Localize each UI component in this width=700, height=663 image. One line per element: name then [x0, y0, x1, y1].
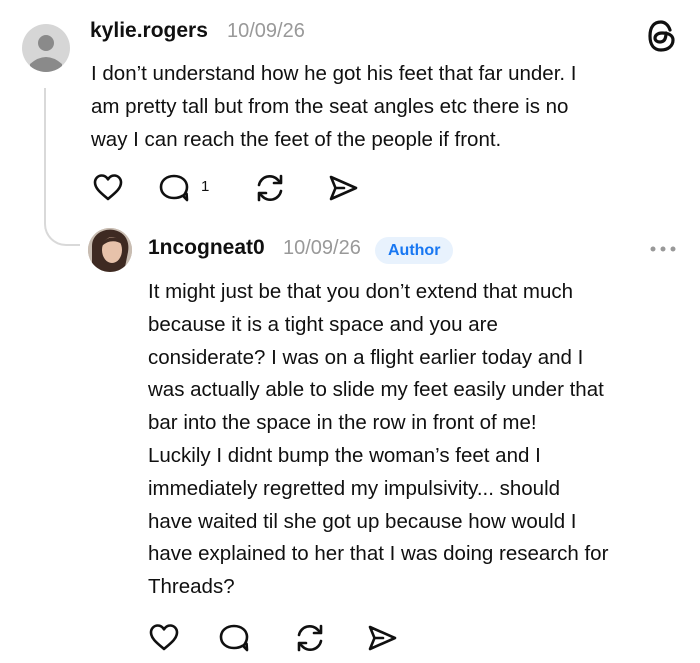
profile-photo: [88, 228, 132, 272]
reply-body: It might just be that you don’t extend t…: [148, 280, 609, 599]
repost-button[interactable]: [294, 622, 326, 654]
repost-icon: [257, 174, 283, 202]
share-button[interactable]: [327, 173, 359, 203]
like-button[interactable]: [148, 622, 180, 652]
more-options-button[interactable]: [648, 239, 678, 259]
threads-logo-icon[interactable]: [645, 18, 679, 54]
reply-username[interactable]: 1ncogneat0: [148, 236, 265, 260]
post-timestamp: 10/09/26: [227, 20, 305, 42]
heart-icon: [93, 174, 123, 201]
share-icon: [329, 175, 358, 201]
comment-icon: [219, 624, 249, 652]
post-username[interactable]: kylie.rogers: [90, 19, 208, 43]
repost-icon: [297, 624, 323, 652]
share-icon: [368, 625, 397, 651]
default-avatar-icon: [30, 35, 62, 72]
reply-count: 1: [201, 178, 210, 195]
reply-button[interactable]: [158, 173, 190, 203]
reply-button[interactable]: [218, 623, 250, 653]
reply-timestamp: 10/09/26: [283, 237, 361, 259]
avatar[interactable]: [22, 24, 70, 72]
heart-icon: [149, 624, 179, 651]
post-body: I don’t understand how he got his feet t…: [91, 62, 577, 151]
repost-button[interactable]: [254, 172, 286, 204]
avatar[interactable]: [88, 228, 132, 272]
author-badge: Author: [375, 237, 454, 264]
comment-icon: [159, 174, 189, 202]
like-button[interactable]: [92, 172, 124, 202]
thread-connector: [44, 88, 80, 246]
share-button[interactable]: [366, 623, 398, 653]
more-dots-icon: [650, 246, 676, 252]
